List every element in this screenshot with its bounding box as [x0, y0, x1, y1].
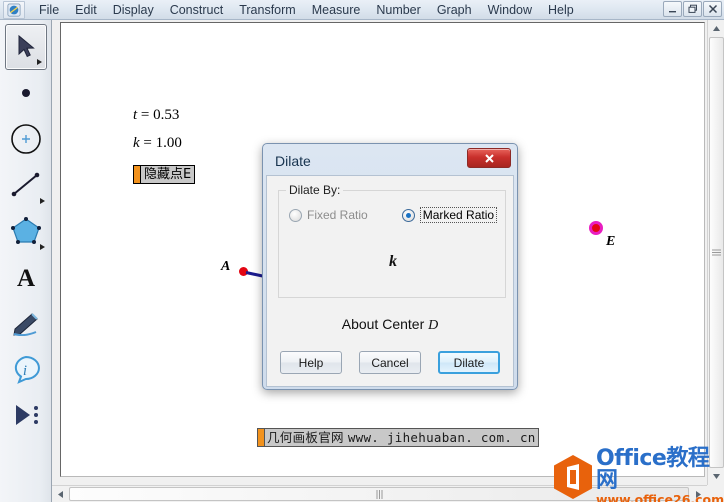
- radio-marked-ratio-indicator[interactable]: [401, 208, 415, 222]
- polygon-tool-more-icon[interactable]: [39, 244, 45, 250]
- hide-point-e-label: 隐藏点E: [144, 167, 192, 182]
- watermark-label-url: www. jihehuaban. com. cn: [347, 430, 536, 445]
- menu-window[interactable]: Window: [480, 1, 540, 19]
- compass-circle-tool[interactable]: [3, 116, 49, 162]
- sketchpad-window: File Edit Display Construct Transform Me…: [0, 0, 724, 502]
- scroll-right-button[interactable]: [690, 486, 707, 502]
- point-e[interactable]: [589, 221, 603, 235]
- scroll-left-button[interactable]: [52, 486, 69, 502]
- dilate-by-group-title: Dilate By:: [286, 183, 344, 197]
- window-controls: [663, 1, 722, 17]
- minimize-button[interactable]: [663, 1, 682, 17]
- hide-point-e-button[interactable]: 隐藏点E: [133, 165, 196, 184]
- restore-button[interactable]: [683, 1, 702, 17]
- menu-transform[interactable]: Transform: [231, 1, 304, 19]
- horizontal-scrollbar[interactable]: [52, 485, 707, 502]
- dialog-close-button[interactable]: [467, 148, 511, 168]
- point-a-label: A: [221, 259, 231, 274]
- menu-help[interactable]: Help: [540, 1, 582, 19]
- radio-marked-ratio[interactable]: Marked Ratio: [401, 207, 498, 223]
- point-tool[interactable]: [3, 70, 49, 116]
- measurement-t[interactable]: t = 0.53: [133, 107, 179, 124]
- menu-display[interactable]: Display: [105, 1, 162, 19]
- radio-fixed-ratio-label: Fixed Ratio: [307, 208, 368, 222]
- site-watermark-button[interactable]: 几何画板官网 www. jihehuaban. com. cn: [257, 428, 539, 447]
- arrow-tool-more-icon[interactable]: [36, 59, 42, 65]
- marked-ratio-value: k: [389, 253, 397, 270]
- measurement-t-value: 0.53: [153, 107, 180, 123]
- menu-items: File Edit Display Construct Transform Me…: [31, 1, 582, 19]
- svg-text:i: i: [22, 363, 26, 379]
- point-e-label: E: [606, 234, 616, 249]
- ratio-radio-group: Fixed Ratio Marked Ratio: [289, 207, 499, 223]
- horizontal-scrollbar-thumb[interactable]: [69, 487, 689, 501]
- about-center-point: D: [428, 318, 439, 333]
- dialog-body: Dilate By: Fixed Ratio Marked Ratio k Ab…: [266, 175, 514, 387]
- app-icon[interactable]: [3, 0, 25, 19]
- dilate-by-group: Dilate By: Fixed Ratio Marked Ratio k: [278, 183, 506, 298]
- tool-palette: A i: [0, 20, 52, 502]
- cancel-button-label: Cancel: [371, 355, 409, 370]
- menu-bar: File Edit Display Construct Transform Me…: [0, 0, 724, 20]
- menu-measure[interactable]: Measure: [304, 1, 369, 19]
- text-tool[interactable]: A: [3, 254, 49, 300]
- measurement-k[interactable]: k = 1.00: [133, 135, 182, 152]
- menu-number[interactable]: Number: [368, 1, 428, 19]
- close-button[interactable]: [703, 1, 722, 17]
- arrow-select-tool[interactable]: [4, 24, 47, 70]
- scroll-down-button[interactable]: [708, 468, 724, 485]
- measurement-k-var: k: [133, 135, 140, 151]
- straightedge-tool-more-icon[interactable]: [39, 198, 45, 204]
- dilate-button[interactable]: Dilate: [438, 351, 500, 374]
- measurement-t-eq: =: [140, 107, 150, 123]
- menu-file[interactable]: File: [31, 1, 67, 19]
- menu-construct[interactable]: Construct: [162, 1, 232, 19]
- radio-marked-ratio-label: Marked Ratio: [419, 207, 498, 223]
- about-center-text: About Center D: [267, 316, 513, 334]
- help-button[interactable]: Help: [280, 351, 342, 374]
- radio-fixed-ratio-indicator[interactable]: [289, 208, 302, 222]
- vertical-scrollbar[interactable]: [707, 20, 724, 485]
- measurement-k-value: 1.00: [155, 135, 182, 151]
- measurement-k-eq: =: [143, 135, 152, 151]
- dilate-button-label: Dilate: [453, 355, 485, 370]
- cancel-button[interactable]: Cancel: [359, 351, 421, 374]
- about-center-label: About Center: [341, 316, 425, 332]
- scrollbar-corner: [707, 485, 724, 502]
- menu-edit[interactable]: Edit: [67, 1, 105, 19]
- watermark-label-cn: 几何画板官网: [267, 430, 344, 445]
- svg-text:A: A: [16, 265, 34, 290]
- dialog-button-row: Help Cancel Dilate: [267, 351, 513, 374]
- help-button-label: Help: [298, 355, 324, 370]
- menu-graph[interactable]: Graph: [429, 1, 480, 19]
- radio-fixed-ratio[interactable]: Fixed Ratio: [289, 207, 368, 223]
- measurement-t-var: t: [133, 107, 138, 123]
- custom-tool[interactable]: [3, 392, 49, 438]
- dialog-title: Dilate: [275, 153, 311, 169]
- straightedge-tool[interactable]: [3, 162, 49, 208]
- information-tool[interactable]: i: [3, 346, 49, 392]
- dilate-dialog[interactable]: Dilate Dilate By: Fixed Ratio Marked Rat…: [262, 143, 518, 390]
- watermark-accent-bar: [258, 429, 265, 446]
- action-button-accent-bar: [134, 166, 141, 183]
- vertical-scrollbar-thumb[interactable]: [709, 37, 724, 468]
- scroll-up-button[interactable]: [708, 20, 724, 37]
- polygon-tool[interactable]: [3, 208, 49, 254]
- marker-tool[interactable]: [3, 300, 49, 346]
- dialog-title-bar[interactable]: Dilate: [266, 147, 514, 175]
